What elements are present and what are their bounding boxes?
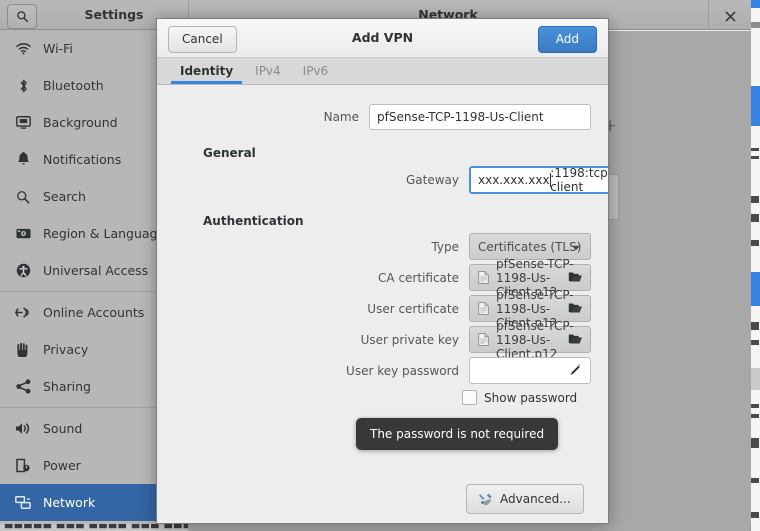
- tab-identity[interactable]: Identity: [169, 58, 244, 84]
- tab-ipv6[interactable]: IPv6: [292, 58, 340, 84]
- online-accounts-icon: [12, 305, 34, 321]
- background-window-right-edge[interactable]: [750, 0, 760, 531]
- gateway-value-before-caret: xxx.xxx.xxx: [478, 173, 550, 187]
- dialog-titlebar: Cancel Add VPN Add: [157, 19, 608, 58]
- advanced-button[interactable]: Advanced...: [466, 484, 584, 514]
- gateway-label: Gateway: [405, 173, 459, 187]
- open-folder-icon: [568, 301, 582, 316]
- document-icon: [478, 333, 489, 346]
- bluetooth-icon: [12, 78, 34, 94]
- dialog-tabs[interactable]: Identity IPv4 IPv6: [157, 58, 608, 85]
- privacy-hand-icon: [12, 342, 34, 358]
- sidebar-item-label: Power: [43, 458, 81, 473]
- sidebar-item-label: Wi-Fi: [43, 41, 73, 56]
- gateway-value-after-caret: :1198:tcp-client: [550, 166, 609, 194]
- network-icon: [12, 495, 34, 511]
- sharing-icon: [12, 379, 34, 395]
- wifi-icon: [12, 41, 34, 57]
- speaker-icon: [12, 421, 34, 437]
- sidebar-item-label: Universal Access: [43, 263, 149, 278]
- sidebar-item-label: Bluetooth: [43, 78, 104, 93]
- tab-ipv4[interactable]: IPv4: [244, 58, 292, 84]
- desktop-bottom-strip: ■■■■■ ■■■ ■■■■ ■■■ ■■■■■ ■ ■■■■ ■■■■■■■■…: [0, 524, 188, 531]
- open-folder-icon: [568, 270, 582, 285]
- open-folder-icon: [568, 332, 582, 347]
- region-language-icon: [12, 226, 34, 242]
- password-tooltip: The password is not required: [356, 418, 559, 450]
- user-private-key-row: User private key pfSense-TCP-1198-Us-Cli…: [173, 319, 591, 361]
- gateway-row: Gateway xxx.xxx.xxx:1198:tcp-client: [173, 166, 608, 194]
- gateway-input[interactable]: xxx.xxx.xxx:1198:tcp-client: [469, 166, 609, 194]
- search-button[interactable]: [7, 4, 37, 29]
- type-label: Type: [431, 239, 459, 254]
- background-icon: [12, 115, 34, 131]
- bell-icon: [12, 152, 34, 168]
- sidebar-item-label: Notifications: [43, 152, 122, 167]
- document-icon: [478, 271, 489, 284]
- add-vpn-dialog: Cancel Add VPN Add Identity IPv4 IPv6 Na…: [156, 18, 609, 524]
- ca-certificate-label: CA certificate: [378, 270, 459, 285]
- show-password-label: Show password: [484, 390, 578, 405]
- close-icon: [725, 11, 735, 21]
- add-button[interactable]: Add: [537, 26, 597, 53]
- sidebar-item-label: Network: [43, 495, 96, 510]
- sidebar-item-label: Background: [43, 115, 118, 130]
- type-value: Certificates (TLS): [478, 239, 582, 254]
- show-password-checkbox[interactable]: [462, 390, 477, 405]
- user-key-password-input[interactable]: [469, 357, 591, 384]
- generate-password-icon[interactable]: [569, 361, 582, 380]
- sidebar-item-label: Privacy: [43, 342, 89, 357]
- dialog-body: Name pfSense-TCP-1198-Us-Client General …: [157, 85, 608, 523]
- user-key-password-label: User key password: [346, 363, 459, 378]
- sidebar-item-label: Sharing: [43, 379, 91, 394]
- cutoff-text: ■■■■■ ■■■ ■■■■ ■■■ ■■■■■ ■ ■■■■ ■■■■■■■■…: [4, 524, 188, 530]
- name-label: Name: [323, 110, 359, 124]
- user-key-password-row: User key password: [173, 357, 591, 384]
- chevron-down-icon: [571, 240, 581, 254]
- sidebar-item-label: Sound: [43, 421, 83, 436]
- user-private-key-filechooser[interactable]: pfSense-TCP-1198-Us-Client.p12: [469, 319, 591, 361]
- screen: Settings Network Wi-Fi Bluetooth Backgro…: [0, 0, 760, 531]
- authentication-heading: Authentication: [203, 214, 304, 228]
- close-window-button[interactable]: [719, 6, 741, 26]
- advanced-label: Advanced...: [500, 492, 571, 506]
- power-battery-icon: [12, 458, 34, 474]
- sidebar-item-label: Search: [43, 189, 86, 204]
- universal-access-icon: [12, 263, 34, 279]
- name-row: Name pfSense-TCP-1198-Us-Client: [173, 104, 591, 130]
- search-icon: [12, 189, 34, 205]
- general-heading: General: [203, 146, 256, 160]
- sidebar-item-label: Online Accounts: [43, 305, 145, 320]
- search-icon: [16, 11, 28, 23]
- sidebar-item-label: Region & Language: [43, 226, 166, 241]
- user-private-key-label: User private key: [360, 332, 459, 347]
- show-password-row[interactable]: Show password: [462, 390, 577, 405]
- document-icon: [478, 302, 489, 315]
- user-certificate-label: User certificate: [367, 301, 459, 316]
- tools-icon: [479, 493, 493, 506]
- name-input[interactable]: pfSense-TCP-1198-Us-Client: [369, 104, 591, 130]
